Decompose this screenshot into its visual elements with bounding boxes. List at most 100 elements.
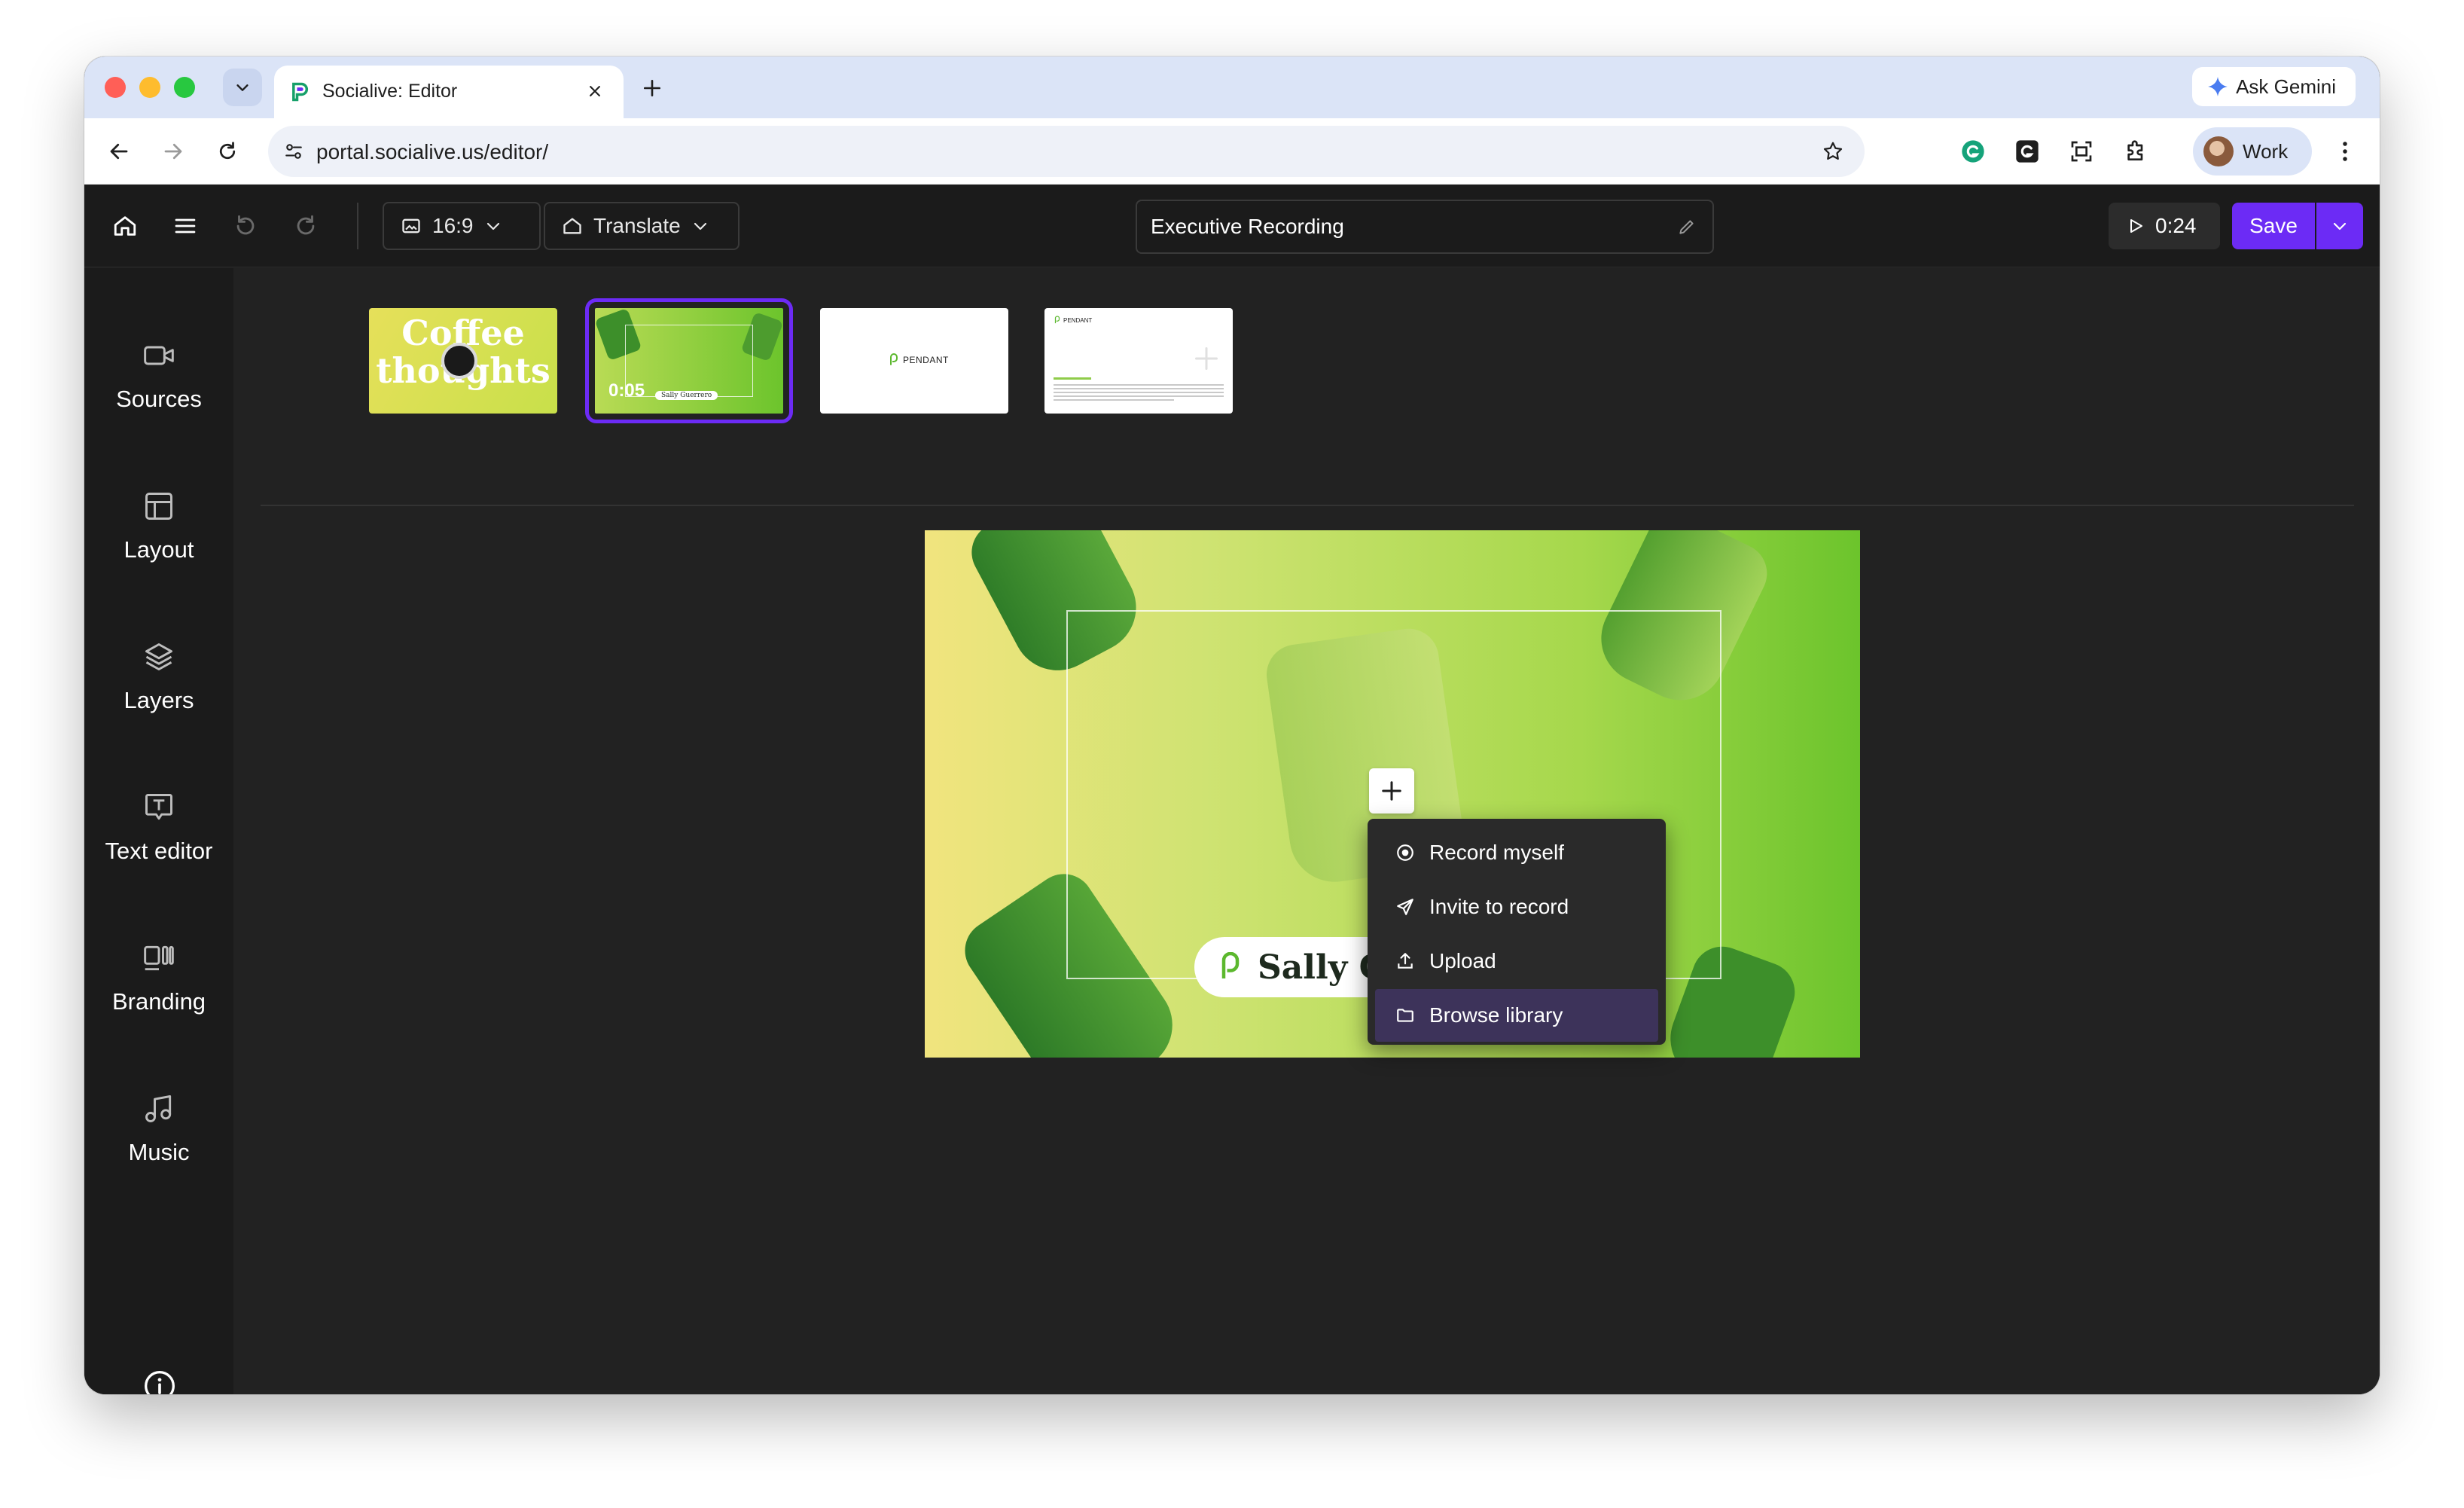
home-button[interactable] bbox=[108, 209, 142, 243]
plus-icon bbox=[1382, 781, 1401, 801]
close-icon bbox=[590, 86, 600, 96]
chevron-down-icon bbox=[694, 222, 706, 230]
ask-gemini-label: Ask Gemini bbox=[2236, 75, 2336, 98]
menu-item-upload[interactable]: Upload bbox=[1375, 935, 1658, 988]
tab-strip: Socialive: Editor Ask Gemini bbox=[84, 56, 2380, 118]
arrow-left-icon bbox=[110, 143, 128, 160]
add-source-menu: Record myself Invite to record Upload Br… bbox=[1368, 819, 1666, 1045]
site-settings-icon[interactable] bbox=[280, 138, 307, 165]
recording-title-field[interactable]: Executive Recording bbox=[1136, 200, 1714, 254]
edit-pencil-icon[interactable] bbox=[1675, 215, 1699, 239]
sidebar-item-layout[interactable]: Layout bbox=[84, 487, 233, 577]
chevron-down-icon bbox=[236, 84, 249, 91]
chevron-down-icon bbox=[486, 222, 499, 230]
preview-play-button[interactable]: 0:24 bbox=[2109, 203, 2220, 249]
plus-icon bbox=[1195, 347, 1218, 370]
ask-gemini-button[interactable]: Ask Gemini bbox=[2192, 67, 2356, 106]
reload-button[interactable] bbox=[211, 135, 244, 168]
save-button[interactable]: Save bbox=[2232, 203, 2315, 249]
redo-button[interactable] bbox=[289, 209, 322, 243]
aspect-ratio-label: 16:9 bbox=[432, 214, 474, 237]
send-icon bbox=[1395, 896, 1416, 917]
info-button[interactable] bbox=[142, 1368, 178, 1394]
sidebar-item-label: Layers bbox=[124, 687, 194, 713]
translate-label: Translate bbox=[593, 214, 681, 237]
address-bar[interactable]: portal.socialive.us/editor/ bbox=[268, 126, 1865, 177]
timeline-divider bbox=[261, 505, 2354, 506]
close-window-button[interactable] bbox=[105, 77, 126, 98]
sidebar-item-branding[interactable]: Branding bbox=[84, 939, 233, 1029]
tab-search-button[interactable] bbox=[223, 69, 262, 106]
browser-tab[interactable]: Socialive: Editor bbox=[274, 66, 624, 118]
add-slide-button[interactable] bbox=[1188, 340, 1224, 377]
slide-thumbnail-3[interactable]: PENDANT bbox=[820, 308, 1008, 414]
more-vertical-icon bbox=[2343, 142, 2347, 161]
close-tab-button[interactable] bbox=[581, 78, 608, 105]
browser-toolbar: portal.socialive.us/editor/ Work bbox=[84, 118, 2380, 185]
pendant-logo-icon bbox=[1054, 316, 1060, 324]
arrow-right-icon bbox=[164, 143, 182, 160]
plus-icon bbox=[643, 79, 661, 97]
menu-item-label: Invite to record bbox=[1429, 895, 1569, 918]
sidebar-item-layers[interactable]: Layers bbox=[84, 637, 233, 728]
menu-item-browse-library[interactable]: Browse library bbox=[1375, 989, 1658, 1042]
slide-thumbnail-1[interactable]: Coffee thoughts bbox=[369, 308, 557, 414]
sidebar-item-music[interactable]: Music bbox=[84, 1089, 233, 1180]
tab-title: Socialive: Editor bbox=[322, 81, 458, 102]
screenshot-extension-icon[interactable] bbox=[2065, 135, 2098, 168]
forward-button[interactable] bbox=[157, 135, 190, 168]
slide-caption: Sally Guerrero bbox=[655, 391, 718, 400]
socialive-logo-icon bbox=[292, 82, 309, 102]
gemini-sparkle-icon bbox=[2208, 77, 2228, 96]
text-box-icon bbox=[139, 788, 178, 827]
menu-item-label: Browse library bbox=[1429, 1003, 1563, 1027]
undo-button[interactable] bbox=[229, 209, 262, 243]
menu-item-invite-to-record[interactable]: Invite to record bbox=[1375, 881, 1658, 933]
slide-duration: 0:05 bbox=[608, 380, 645, 401]
image-icon bbox=[402, 218, 420, 234]
bookmark-star-button[interactable] bbox=[1818, 136, 1848, 166]
pendant-logo-icon bbox=[890, 353, 898, 365]
reload-icon bbox=[219, 142, 236, 160]
upload-icon bbox=[1395, 951, 1416, 972]
browser-window: Socialive: Editor Ask Gemini portal.soci… bbox=[84, 56, 2380, 1394]
translate-dropdown[interactable]: Translate bbox=[544, 202, 740, 250]
extensions-puzzle-icon[interactable] bbox=[2119, 135, 2152, 168]
editor-header: 16:9 Translate Executive Recording 0:24 … bbox=[84, 185, 2380, 267]
add-source-button[interactable] bbox=[1369, 768, 1414, 814]
extension-g-icon[interactable] bbox=[2011, 135, 2044, 168]
info-icon bbox=[145, 1371, 175, 1394]
slide-thumbnail-2[interactable]: 0:05 Sally Guerrero bbox=[585, 298, 793, 423]
back-button[interactable] bbox=[102, 135, 136, 168]
sidebar-item-label: Text editor bbox=[105, 838, 213, 864]
sidebar-item-label: Branding bbox=[111, 988, 206, 1015]
sidebar-item-text-editor[interactable]: Text editor bbox=[84, 788, 233, 878]
sidebar-item-sources[interactable]: Sources bbox=[84, 336, 233, 426]
grammarly-extension-icon[interactable] bbox=[1956, 135, 1990, 168]
menu-item-record-myself[interactable]: Record myself bbox=[1375, 826, 1658, 879]
menu-button[interactable] bbox=[169, 209, 202, 243]
avatar bbox=[2203, 136, 2234, 166]
save-options-button[interactable] bbox=[2316, 203, 2363, 249]
sidebar-item-label: Sources bbox=[116, 386, 202, 412]
profile-button[interactable]: Work bbox=[2193, 127, 2312, 176]
maximize-window-button[interactable] bbox=[174, 77, 195, 98]
editor-main: Coffee thoughts 0:05 Sally Guerrero PEND… bbox=[233, 268, 2380, 1394]
slide-brand: PENDANT bbox=[1063, 316, 1093, 324]
video-camera-icon bbox=[139, 336, 178, 375]
slide-brand: PENDANT bbox=[903, 355, 949, 365]
coffee-cup-graphic bbox=[441, 343, 477, 379]
redo-icon bbox=[297, 215, 315, 235]
translate-home-icon bbox=[563, 218, 581, 234]
new-tab-button[interactable] bbox=[636, 72, 669, 105]
minimize-window-button[interactable] bbox=[139, 77, 160, 98]
layout-icon bbox=[139, 487, 178, 526]
menu-item-label: Upload bbox=[1429, 949, 1496, 972]
aspect-ratio-dropdown[interactable]: 16:9 bbox=[383, 202, 541, 250]
url-text[interactable]: portal.socialive.us/editor/ bbox=[316, 140, 548, 164]
layers-icon bbox=[139, 637, 178, 676]
sidebar-item-label: Music bbox=[128, 1139, 190, 1165]
browser-menu-button[interactable] bbox=[2328, 135, 2362, 168]
music-note-icon bbox=[139, 1089, 178, 1128]
record-circle-icon bbox=[1395, 842, 1416, 863]
